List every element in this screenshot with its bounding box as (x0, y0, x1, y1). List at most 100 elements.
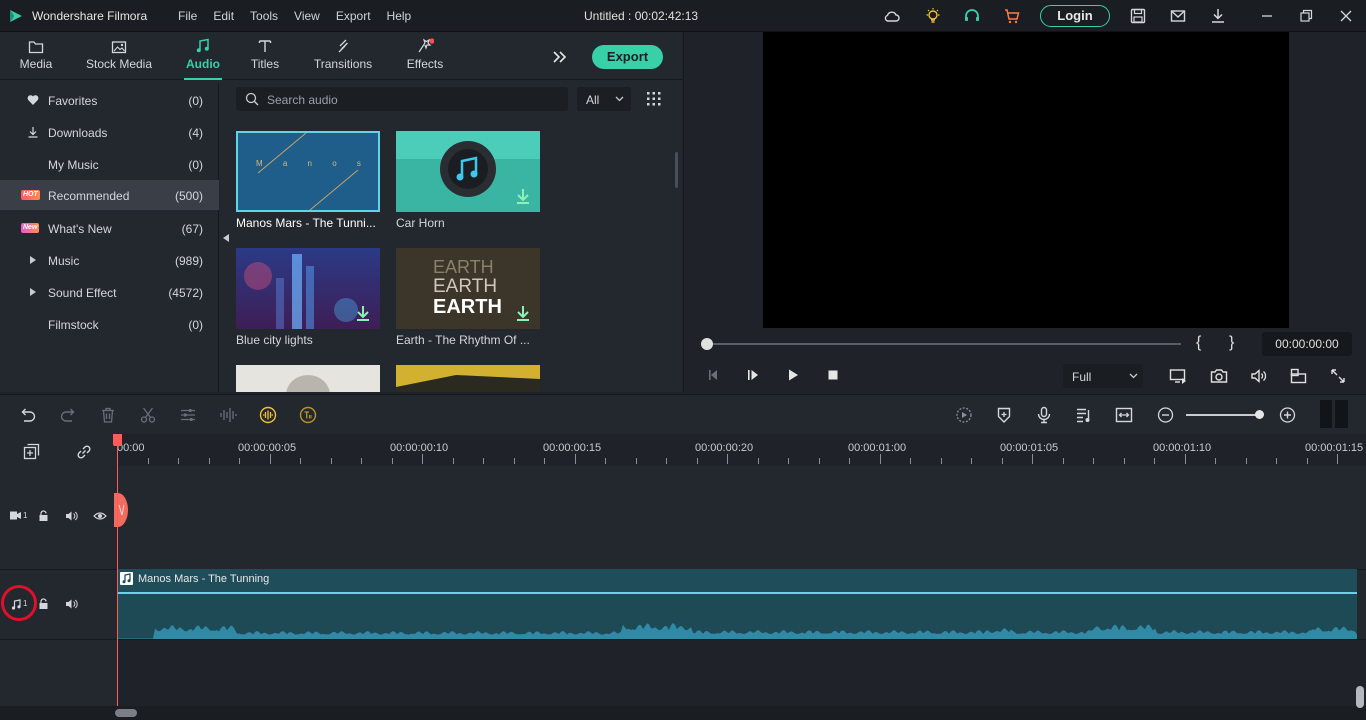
ruler-label: 00:00:01:15 (1305, 442, 1364, 454)
video-track-row[interactable] (0, 466, 1366, 570)
timeline-ruler[interactable]: 00:00 00:00:00:05 00:00:00:10 00:00:00:1… (117, 434, 1366, 466)
sidebar-item-favorites[interactable]: Favorites (0) (0, 85, 219, 115)
collapse-sidebar-icon[interactable] (220, 231, 232, 245)
mark-out-button[interactable]: } (1229, 334, 1234, 352)
cut-scissors-icon[interactable] (139, 406, 157, 424)
mark-in-button[interactable]: { (1196, 334, 1201, 352)
audio-thumb-car-horn[interactable] (396, 131, 540, 212)
add-track-icon[interactable] (23, 443, 41, 461)
chevron-down-icon (615, 96, 624, 102)
zoom-out-icon[interactable] (1157, 406, 1174, 424)
zoom-in-icon[interactable] (1279, 406, 1296, 424)
lock-icon[interactable] (38, 598, 49, 610)
cart-icon[interactable] (1003, 7, 1021, 25)
volume-icon[interactable] (1250, 368, 1268, 384)
beat-detect-icon[interactable] (259, 406, 277, 424)
filter-value: All (586, 93, 600, 107)
audio-mixer-icon[interactable] (219, 406, 237, 424)
audio-caption: Blue city lights (236, 333, 313, 347)
restore-icon[interactable] (1298, 7, 1314, 25)
menu-view[interactable]: View (294, 9, 320, 23)
library-scrollbar[interactable] (675, 152, 678, 188)
expand-arrow-icon[interactable] (30, 288, 36, 296)
link-icon[interactable] (75, 443, 93, 461)
audio-thumb-blue-city-lights[interactable] (236, 248, 380, 329)
cloud-icon[interactable] (883, 7, 901, 25)
headset-support-icon[interactable] (963, 7, 981, 25)
sidebar-item-downloads[interactable]: Downloads (4) (0, 117, 219, 147)
playback-progress-knob[interactable] (701, 338, 713, 350)
track-volume-icon[interactable] (65, 510, 78, 522)
tab-effects[interactable]: Effects (403, 32, 447, 78)
audio-thumb-manos-mars[interactable]: M a n o s M a r s (236, 131, 380, 212)
lightbulb-icon[interactable] (924, 7, 942, 25)
playback-progress-track[interactable] (706, 343, 1181, 345)
tab-media[interactable]: Media (16, 32, 56, 78)
menu-file[interactable]: File (178, 9, 197, 23)
microphone-icon[interactable] (1035, 406, 1053, 424)
display-monitor-icon[interactable] (1169, 368, 1187, 384)
sidebar-item-sound-effect[interactable]: Sound Effect (4572) (0, 277, 219, 307)
speech-to-text-icon[interactable] (299, 406, 317, 424)
fullscreen-icon[interactable] (1330, 368, 1346, 384)
grid-view-icon[interactable] (647, 92, 661, 106)
pip-window-icon[interactable] (1290, 368, 1308, 384)
playhead-handle[interactable] (113, 434, 122, 446)
sidebar-item-my-music[interactable]: My Music (0) (0, 149, 219, 179)
zoom-slider-knob[interactable] (1255, 410, 1264, 419)
hot-badge: HOT (21, 190, 40, 200)
voiceover-list-icon[interactable] (1075, 406, 1093, 424)
timeline-vertical-scrollbar[interactable] (1356, 686, 1364, 708)
timeline-horizontal-scrollbar[interactable] (115, 709, 137, 717)
close-icon[interactable] (1338, 7, 1354, 25)
audio-clip-manos-mars[interactable]: Manos Mars - The Tunning (117, 569, 1357, 639)
more-tabs-chevron-icon[interactable] (552, 50, 568, 64)
stop-icon[interactable] (826, 368, 840, 382)
sidebar-item-filmstock[interactable]: Filmstock (0) (0, 309, 219, 339)
snapshot-camera-icon[interactable] (1210, 368, 1228, 384)
visibility-eye-icon[interactable] (93, 511, 107, 521)
track-volume-icon[interactable] (65, 598, 78, 610)
mail-icon[interactable] (1169, 7, 1187, 25)
preview-quality-dropdown[interactable]: Full (1063, 364, 1143, 388)
playhead[interactable] (117, 434, 118, 714)
audio-thumb-partial-2[interactable] (396, 365, 540, 392)
tab-titles[interactable]: Titles (248, 32, 282, 78)
menu-tools[interactable]: Tools (250, 9, 278, 23)
step-back-icon[interactable] (706, 368, 720, 382)
adjust-sliders-icon[interactable] (179, 406, 197, 424)
zoom-slider-track[interactable] (1186, 414, 1262, 416)
minimize-icon[interactable] (1259, 7, 1275, 25)
play-frame-icon[interactable] (746, 368, 760, 382)
tab-stock-media[interactable]: Stock Media (84, 32, 154, 78)
sidebar-item-music[interactable]: Music (989) (0, 245, 219, 275)
marker-shield-icon[interactable] (995, 406, 1013, 424)
sidebar-item-recommended[interactable]: HOT Recommended (500) (0, 180, 219, 210)
filter-dropdown[interactable]: All (577, 87, 631, 111)
save-icon[interactable] (1129, 7, 1147, 25)
tab-audio[interactable]: Audio (182, 32, 224, 80)
lock-icon[interactable] (38, 510, 49, 522)
redo-icon[interactable] (59, 406, 77, 424)
render-preview-icon[interactable] (955, 406, 973, 424)
delete-trash-icon[interactable] (99, 406, 117, 424)
sidebar-item-label: Downloads (48, 126, 108, 140)
menu-export[interactable]: Export (336, 9, 371, 23)
audio-thumb-partial-1[interactable] (236, 365, 380, 392)
sidebar-item-whats-new[interactable]: New What's New (67) (0, 213, 219, 243)
audio-thumb-earth[interactable]: EARTH EARTH EARTH (396, 248, 540, 329)
login-button[interactable]: Login (1040, 5, 1110, 27)
tab-transitions[interactable]: Transitions (312, 32, 374, 78)
undo-icon[interactable] (19, 406, 37, 424)
menu-help[interactable]: Help (387, 9, 412, 23)
menu-edit[interactable]: Edit (213, 9, 234, 23)
sidebar-item-count: (0) (188, 94, 203, 108)
search-input[interactable]: Search audio (236, 87, 568, 111)
expand-arrow-icon[interactable] (30, 256, 36, 264)
play-icon[interactable] (786, 368, 800, 382)
track-layout-icon[interactable] (1320, 400, 1348, 428)
fit-timeline-icon[interactable] (1115, 406, 1133, 424)
video-track-number: 1 (23, 511, 28, 520)
export-button[interactable]: Export (592, 45, 663, 69)
download-icon[interactable] (1209, 7, 1227, 25)
